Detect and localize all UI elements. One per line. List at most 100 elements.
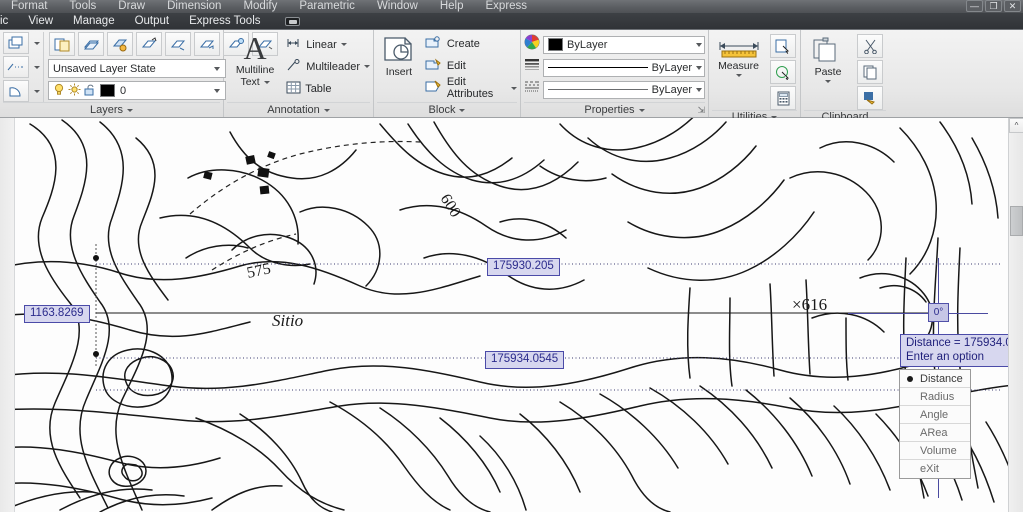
measure-button[interactable]: Measure [712,32,765,77]
linetype-icon[interactable] [3,56,29,78]
angle-input-box[interactable]: 0° [928,303,949,322]
layer-off-icon[interactable] [78,32,104,56]
calculator-icon[interactable] [770,86,796,110]
linetype-dropdown-icon[interactable] [34,65,40,69]
menu-item-help[interactable]: Help [429,0,475,12]
close-button[interactable]: ✕ [1004,0,1021,12]
layer-state-combo[interactable]: Unsaved Layer State [48,59,226,78]
lineweight-icon[interactable] [524,58,540,77]
layer-properties-icon[interactable] [49,32,75,56]
color-combo[interactable]: ByLayer [543,35,705,54]
lineweight-combo[interactable]: ByLayer [543,58,705,77]
menu-item-parametric[interactable]: Parametric [288,0,366,12]
layer-stack-dropdown-icon[interactable] [34,41,40,45]
chevron-down-icon[interactable] [735,74,742,77]
menu-item-tools[interactable]: Tools [58,0,107,12]
measuregeom-icon[interactable] [770,60,796,84]
chevron-down-icon[interactable] [696,42,702,47]
panel-layers: Unsaved Layer State 0 Layers [0,30,278,117]
layer-isolate-icon[interactable] [165,32,191,56]
unlock-icon[interactable] [84,83,96,99]
insert-button[interactable]: Insert [377,32,421,78]
menu-item-draw[interactable]: Draw [107,0,156,12]
multiline-text-button[interactable]: A Multiline Text [227,32,283,88]
paste-button[interactable]: Paste [804,32,852,83]
scroll-up-button[interactable]: ^ [1009,118,1023,133]
lightbulb-icon[interactable] [53,83,65,99]
chevron-down-icon[interactable] [511,86,517,90]
layer-state-value: Unsaved Layer State [53,62,156,75]
copy-icon[interactable] [857,60,883,84]
properties-dialog-launcher-icon[interactable]: ⇲ [697,105,705,116]
panel-title-block[interactable]: Block [377,102,517,117]
chevron-down-icon[interactable] [340,43,347,46]
layer-color-swatch[interactable] [100,84,115,97]
menu-item-window[interactable]: Window [366,0,429,12]
chevron-down-icon[interactable] [210,88,223,93]
layer-unisolate-icon[interactable] [194,32,220,56]
chevron-down-icon[interactable] [364,65,370,68]
panel-title-properties[interactable]: Properties [524,102,705,117]
linear-dimension-button[interactable]: Linear [286,35,370,54]
option-area[interactable]: ARea [900,424,970,442]
chevron-down-icon[interactable] [825,80,831,83]
chevron-down-icon[interactable] [696,87,702,92]
option-exit[interactable]: eXit [900,460,970,478]
distance-label-lower[interactable]: 175934.0545 [485,351,565,369]
match-properties-icon[interactable] [857,86,883,110]
option-radius[interactable]: Radius [900,388,970,406]
multiline-text-label-2-row: Text [240,76,270,88]
distance-label-upper[interactable]: 175930.205 [487,258,560,276]
ribbon-display-options-icon[interactable] [284,16,300,26]
option-volume[interactable]: Volume [900,442,970,460]
chevron-down-icon[interactable] [696,65,702,70]
multiline-text-label-2: Text [240,76,260,88]
multileader-button[interactable]: Multileader [286,57,370,76]
property-linetype-row: ByLayer [524,80,705,99]
tab-express-tools[interactable]: Express Tools [179,15,270,27]
chevron-down-icon[interactable] [323,108,330,112]
vertical-scrollbar[interactable]: ^ [1008,118,1023,512]
chevron-down-icon[interactable] [638,108,645,112]
linetype-icon[interactable] [524,80,540,99]
panel-title-layers[interactable]: Layers [3,102,220,117]
block-create-button[interactable]: Create [425,34,517,54]
menu-item-dimension[interactable]: Dimension [156,0,232,12]
cut-icon[interactable] [857,34,883,58]
tab-parametric[interactable]: ic [0,15,18,27]
tab-manage[interactable]: Manage [63,15,125,27]
chevron-down-icon[interactable] [263,80,270,84]
panel-title-properties-label: Properties [584,104,635,116]
menu-item-format[interactable]: Format [0,0,58,12]
drawing-canvas[interactable]: Sitio 575 600 ×616 0° 1163.8269 175930.2… [0,118,1023,512]
chevron-down-icon[interactable] [210,66,223,71]
tab-view[interactable]: View [18,15,63,27]
tab-output[interactable]: Output [125,15,180,27]
layer-lock-icon[interactable] [136,32,162,56]
table-button[interactable]: Table [286,79,370,98]
layer-name-combo[interactable]: 0 [48,81,226,100]
layer-shape-dropdown-icon[interactable] [34,89,40,93]
layer-stack-icon[interactable] [3,32,29,54]
edit-attributes-button[interactable]: Edit Attributes [425,76,517,100]
color-wheel-icon[interactable] [524,34,540,55]
option-angle[interactable]: Angle [900,406,970,424]
sun-icon[interactable] [68,83,81,99]
option-distance[interactable]: Distance [900,370,970,388]
scrollbar-thumb[interactable] [1010,206,1023,236]
block-edit-button[interactable]: Edit [425,56,517,76]
panel-clipboard: Paste Clipboard [801,30,889,123]
menu-item-express[interactable]: Express [475,0,539,12]
linetype-combo[interactable]: ByLayer [543,80,705,99]
layer-shape-icon[interactable] [3,80,29,102]
edit-attributes-label: Edit Attributes [446,76,494,100]
chevron-down-icon[interactable] [127,108,134,112]
minimize-button[interactable]: — [966,0,983,12]
layer-freeze-icon[interactable] [107,32,133,56]
menu-item-modify[interactable]: Modify [232,0,288,12]
distance-label-left[interactable]: 1163.8269 [24,305,90,323]
maximize-button[interactable]: ❐ [985,0,1002,12]
panel-title-annotation[interactable]: Annotation [227,102,370,117]
chevron-down-icon[interactable] [459,108,466,112]
quick-select-icon[interactable] [770,34,796,58]
